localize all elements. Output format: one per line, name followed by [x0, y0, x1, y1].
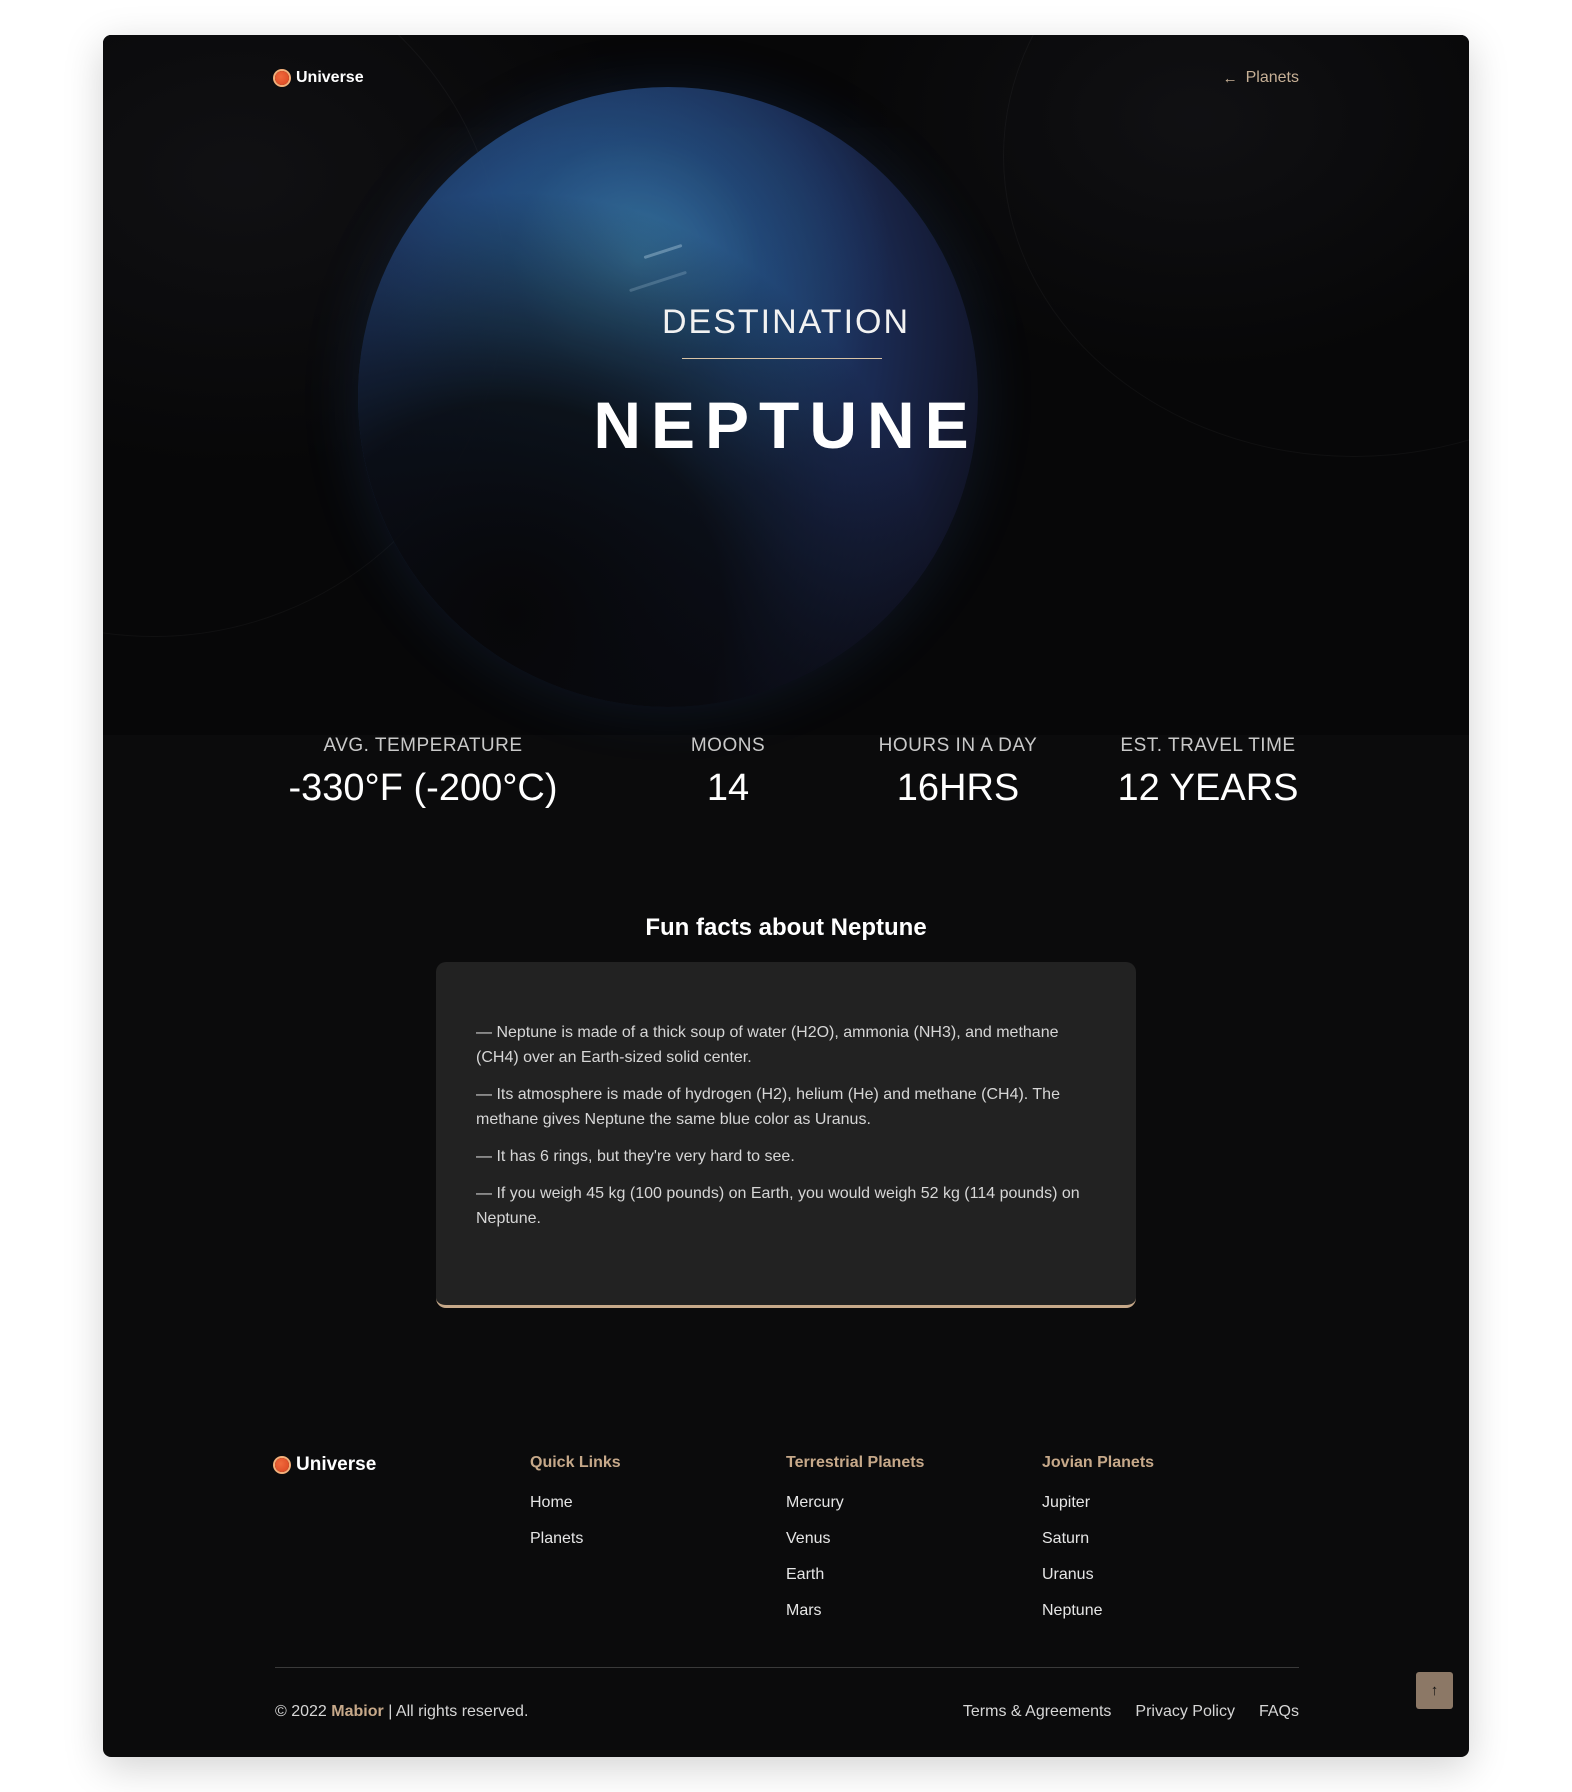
header-logo[interactable]: Universe — [275, 69, 364, 87]
stat-label: AVG. TEMPERATURE — [323, 735, 523, 756]
back-link-label: Planets — [1245, 69, 1299, 86]
planet-title: NEPTUNE — [593, 388, 979, 462]
footer-col-jovian: Jovian Planets Jupiter Saturn Uranus Nep… — [1042, 1454, 1154, 1638]
fact-item: — If you weigh 45 kg (100 pounds) on Ear… — [476, 1185, 1080, 1227]
stat-value: 16HRS — [896, 767, 1020, 809]
scroll-to-top-button[interactable]: ↑ — [1416, 1672, 1453, 1709]
stat-value: 14 — [706, 767, 750, 809]
footer-col-title: Terrestrial Planets — [786, 1454, 925, 1471]
copyright: © 2022 Mabior | All rights reserved. — [275, 1703, 528, 1721]
stat-avg-temperature: AVG. TEMPERATURE -330°F (-200°C) — [273, 735, 573, 810]
terms-link[interactable]: Terms & Agreements — [963, 1703, 1112, 1721]
arrow-left-icon: ← — [1222, 69, 1238, 87]
logo-text: Universe — [296, 69, 364, 86]
footer-link-home[interactable]: Home — [530, 1494, 621, 1512]
footer-link-saturn[interactable]: Saturn — [1042, 1530, 1154, 1548]
footer-link-planets[interactable]: Planets — [530, 1530, 621, 1548]
legal-links: Terms & Agreements Privacy Policy FAQs — [963, 1703, 1299, 1721]
fact-item: — Its atmosphere is made of hydrogen (H2… — [476, 1086, 1060, 1128]
stat-value: 12 YEARS — [1117, 767, 1299, 809]
sun-icon — [275, 71, 289, 85]
footer-link-mars[interactable]: Mars — [786, 1602, 924, 1620]
stat-travel-time: EST. TRAVEL TIME 12 YEARS — [1093, 735, 1323, 810]
back-to-planets-link[interactable]: ← Planets — [1223, 69, 1299, 87]
eyebrow-divider — [682, 358, 882, 359]
arrow-up-icon: ↑ — [1430, 1682, 1439, 1699]
copyright-suffix: | All rights reserved. — [388, 1703, 529, 1720]
footer-col-quick-links: Quick Links Home Planets — [530, 1454, 621, 1566]
footer-col-title: Quick Links — [530, 1454, 621, 1471]
sun-icon — [275, 1458, 289, 1472]
stat-moons: MOONS 14 — [668, 735, 788, 810]
copyright-prefix: © 2022 — [275, 1703, 327, 1720]
hero-background — [103, 35, 1469, 735]
stat-label: MOONS — [690, 735, 766, 756]
footer-link-jupiter[interactable]: Jupiter — [1042, 1494, 1154, 1512]
footer-logo[interactable]: Universe — [275, 1454, 376, 1476]
footer-col-terrestrial: Terrestrial Planets Mercury Venus Earth … — [786, 1454, 924, 1638]
footer-link-mercury[interactable]: Mercury — [786, 1494, 924, 1512]
faqs-link[interactable]: FAQs — [1259, 1703, 1299, 1721]
fun-facts-title: Fun facts about Neptune — [645, 914, 927, 941]
stat-label: EST. TRAVEL TIME — [1120, 735, 1296, 756]
privacy-link[interactable]: Privacy Policy — [1135, 1703, 1235, 1721]
destination-eyebrow: DESTINATION — [661, 303, 911, 341]
footer-logo-text: Universe — [296, 1454, 377, 1475]
footer-col-title: Jovian Planets — [1042, 1454, 1155, 1471]
footer-link-neptune[interactable]: Neptune — [1042, 1602, 1154, 1620]
footer-link-uranus[interactable]: Uranus — [1042, 1566, 1154, 1584]
stat-label: HOURS IN A DAY — [878, 735, 1038, 756]
footer-link-venus[interactable]: Venus — [786, 1530, 924, 1548]
stat-value: -330°F (-200°C) — [288, 767, 558, 809]
footer-link-earth[interactable]: Earth — [786, 1566, 924, 1584]
fact-item: — It has 6 rings, but they're very hard … — [476, 1148, 795, 1165]
fact-item: — Neptune is made of a thick soup of wat… — [476, 1024, 1059, 1066]
page-frame: Universe ← Planets DESTINATION NEPTUNE A… — [103, 35, 1469, 1757]
copyright-brand[interactable]: Mabior — [331, 1703, 383, 1720]
fun-facts-card: — Neptune is made of a thick soup of wat… — [436, 962, 1136, 1308]
stat-hours-in-day: HOURS IN A DAY 16HRS — [848, 735, 1068, 810]
footer-divider — [275, 1667, 1299, 1668]
